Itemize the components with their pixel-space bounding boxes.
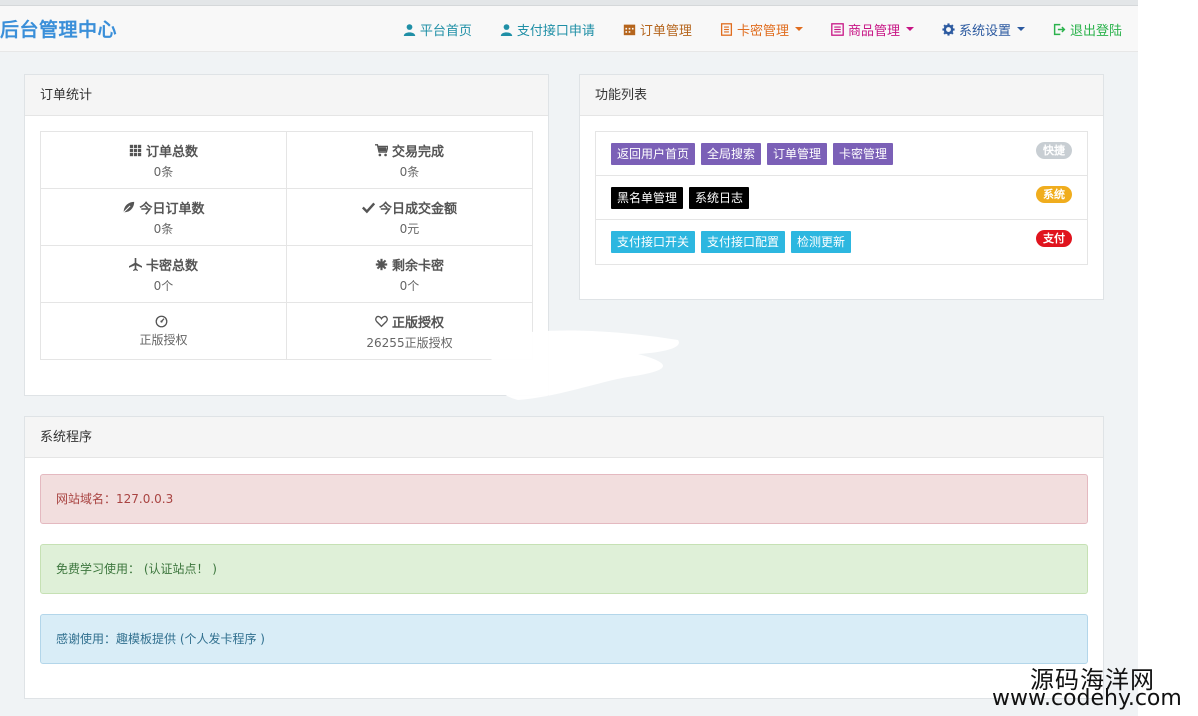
system-panel: 系统程序 网站域名：127.0.0.3 免费学习使用： (认证站点！ ) 感谢使… bbox=[24, 416, 1104, 699]
admin-app: 后台管理中心 平台首页 支付接口申请 订单管理 卡密管理 商品管理 系统设置 退出登陆 订单… bbox=[0, 0, 1138, 716]
stats-row: 正版授权 正版授权 26255正版授权 bbox=[40, 302, 533, 360]
thanks-alert: 感谢使用：趣模板提供 (个人发卡程序 ) bbox=[40, 614, 1088, 664]
erased-watermark-smudge bbox=[482, 330, 679, 400]
cart-icon bbox=[374, 143, 388, 157]
function-row: 黑名单管理 系统日志 系统 bbox=[596, 176, 1087, 220]
caret-down-icon bbox=[1016, 27, 1025, 31]
brand-title[interactable]: 后台管理中心 bbox=[0, 15, 117, 42]
stat-label-text: 卡密总数 bbox=[145, 258, 198, 274]
nav-item-label: 平台首页 bbox=[419, 23, 472, 39]
function-button[interactable]: 卡密管理 bbox=[833, 142, 894, 165]
caret-down-icon bbox=[905, 27, 914, 31]
function-row: 返回用户首页 全局搜索 订单管理 卡密管理 快捷 bbox=[596, 132, 1087, 176]
nav-item-label: 支付接口申请 bbox=[516, 23, 595, 39]
stat-cell: 正版授权 bbox=[40, 302, 287, 360]
nav-item-5[interactable]: 系统设置 bbox=[928, 6, 1039, 52]
function-button[interactable]: 检测更新 bbox=[791, 231, 852, 253]
category-badge: 系统 bbox=[1036, 186, 1072, 203]
domain-alert: 网站域名：127.0.0.3 bbox=[40, 474, 1088, 524]
order-stats-table: 订单总数 0条 交易完成 0条 今日订单数 0条 今日成交金额 0元 卡密总数 0个 剩余卡密 0个正… bbox=[40, 131, 533, 360]
stat-value: 0条 bbox=[153, 164, 174, 179]
stat-label-text: 剩余卡密 bbox=[391, 258, 444, 274]
stats-row: 卡密总数 0个 剩余卡密 0个 bbox=[40, 245, 533, 303]
order-stats-panel: 订单统计 订单总数 0条 交易完成 0条 今日订单数 0条 今日成交金额 0元 卡密总数 0个 剩余… bbox=[24, 74, 549, 396]
stat-label: 今日成交金额 bbox=[287, 198, 532, 217]
stat-cell: 卡密总数 0个 bbox=[40, 245, 287, 303]
leaf-icon bbox=[122, 201, 135, 214]
dashboard-icon bbox=[155, 315, 168, 328]
stats-row: 今日订单数 0条 今日成交金额 0元 bbox=[40, 188, 533, 246]
book-icon bbox=[720, 22, 733, 36]
site-watermark-url: www.codehy.com bbox=[992, 686, 1182, 711]
stat-value: 0个 bbox=[399, 278, 420, 293]
stat-label: 剩余卡密 bbox=[287, 255, 532, 274]
function-button[interactable]: 订单管理 bbox=[767, 142, 828, 165]
nav-item-4[interactable]: 商品管理 bbox=[817, 6, 928, 52]
stat-label bbox=[41, 315, 286, 328]
nav-item-label: 退出登陆 bbox=[1069, 23, 1122, 39]
nav-item-label: 商品管理 bbox=[847, 23, 900, 39]
category-badge: 支付 bbox=[1036, 230, 1072, 247]
top-navbar: 后台管理中心 平台首页 支付接口申请 订单管理 卡密管理 商品管理 系统设置 退出登陆 bbox=[0, 6, 1138, 52]
logout-icon bbox=[1053, 23, 1066, 36]
nav-item-0[interactable]: 平台首页 bbox=[389, 6, 486, 52]
check-icon bbox=[361, 201, 375, 214]
license-alert: 免费学习使用： (认证站点！ ) bbox=[40, 544, 1088, 594]
stat-label: 交易完成 bbox=[287, 141, 532, 160]
nav-item-3[interactable]: 卡密管理 bbox=[706, 6, 817, 52]
stat-value: 0个 bbox=[153, 278, 174, 293]
grid-icon bbox=[129, 144, 142, 157]
function-row: 支付接口开关 支付接口配置 检测更新 支付 bbox=[596, 220, 1087, 264]
nav-item-1[interactable]: 支付接口申请 bbox=[486, 6, 609, 52]
stat-cell: 剩余卡密 0个 bbox=[286, 245, 533, 303]
nav-item-2[interactable]: 订单管理 bbox=[609, 6, 706, 52]
nav-item-label: 订单管理 bbox=[639, 23, 692, 39]
list-icon bbox=[831, 22, 844, 36]
function-list-title: 功能列表 bbox=[580, 75, 1103, 116]
nav-item-label: 系统设置 bbox=[958, 23, 1011, 39]
stat-value: 0条 bbox=[153, 221, 174, 236]
stat-value: 0元 bbox=[399, 221, 420, 236]
stat-label: 今日订单数 bbox=[41, 198, 286, 217]
calendar-icon bbox=[623, 23, 636, 36]
function-list: 返回用户首页 全局搜索 订单管理 卡密管理 快捷黑名单管理 系统日志 系统支付接口开关 支付接… bbox=[595, 131, 1088, 265]
stat-value: 0条 bbox=[399, 164, 420, 179]
asterisk-icon bbox=[375, 258, 388, 271]
nav-item-label: 卡密管理 bbox=[736, 23, 789, 39]
stat-label-text: 今日成交金额 bbox=[378, 201, 457, 217]
gear-icon bbox=[942, 22, 955, 36]
function-button[interactable]: 系统日志 bbox=[689, 186, 750, 209]
order-stats-title: 订单统计 bbox=[25, 75, 548, 116]
main-nav: 平台首页 支付接口申请 订单管理 卡密管理 商品管理 系统设置 退出登陆 bbox=[389, 6, 1136, 52]
stat-label-text: 订单总数 bbox=[145, 144, 198, 160]
function-button[interactable]: 支付接口配置 bbox=[701, 231, 786, 253]
system-title: 系统程序 bbox=[25, 417, 1103, 458]
user-icon bbox=[500, 23, 513, 36]
stat-label: 订单总数 bbox=[41, 141, 286, 160]
stat-label-text: 交易完成 bbox=[391, 144, 444, 160]
function-button[interactable]: 支付接口开关 bbox=[611, 231, 696, 253]
stat-cell: 今日订单数 0条 bbox=[40, 188, 287, 246]
stat-value: 正版授权 bbox=[139, 332, 188, 347]
stat-label: 卡密总数 bbox=[41, 255, 286, 274]
stat-cell: 订单总数 0条 bbox=[40, 131, 287, 189]
stat-label-text: 正版授权 bbox=[391, 315, 444, 331]
nav-item-6[interactable]: 退出登陆 bbox=[1039, 6, 1136, 52]
function-button[interactable]: 全局搜索 bbox=[701, 142, 762, 165]
function-button[interactable]: 黑名单管理 bbox=[611, 186, 684, 209]
function-list-panel: 功能列表 返回用户首页 全局搜索 订单管理 卡密管理 快捷黑名单管理 系统日志 系统支付接口… bbox=[579, 74, 1104, 300]
category-badge: 快捷 bbox=[1036, 142, 1072, 159]
user-icon bbox=[403, 23, 416, 36]
stat-label-text: 今日订单数 bbox=[139, 201, 205, 217]
plane-icon bbox=[128, 257, 142, 271]
stat-cell: 今日成交金额 0元 bbox=[286, 188, 533, 246]
stat-cell: 交易完成 0条 bbox=[286, 131, 533, 189]
stats-row: 订单总数 0条 交易完成 0条 bbox=[40, 131, 533, 189]
heart-icon bbox=[375, 315, 388, 328]
caret-down-icon bbox=[794, 27, 803, 31]
function-button[interactable]: 返回用户首页 bbox=[611, 142, 696, 165]
